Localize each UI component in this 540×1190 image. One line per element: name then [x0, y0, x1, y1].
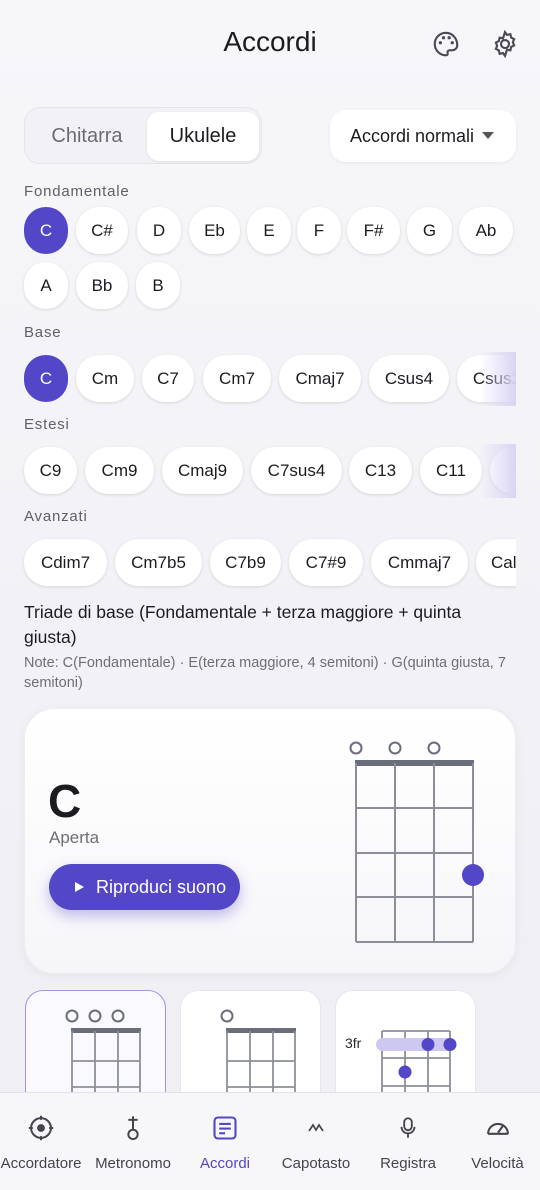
basic-chip-csus4[interactable]: Csus4 — [369, 355, 449, 402]
basic-chord-row: C Cm C7 Cm7 Cmaj7 Csus4 Csus2 — [0, 352, 516, 406]
adv-chip-more[interactable]: Cal — [476, 539, 516, 586]
section-label-extended: Estesi — [24, 416, 70, 433]
ext-chip-c13[interactable]: C13 — [349, 447, 412, 494]
adv-chip-cm7b5[interactable]: Cm7b5 — [115, 539, 202, 586]
advanced-chord-row: Cdim7 Cm7b5 C7b9 C7#9 Cmmaj7 Cal — [0, 536, 516, 590]
root-chip-b[interactable]: B — [136, 262, 180, 309]
metronome-icon — [118, 1113, 148, 1143]
root-chip-c[interactable]: C — [24, 207, 68, 254]
chord-description: Triade di base (Fondamentale + terza mag… — [24, 602, 462, 647]
extended-chord-row: C9 Cm9 Cmaj9 C7sus4 C13 C11 C — [0, 444, 516, 498]
root-chip-ab[interactable]: Ab — [459, 207, 513, 254]
nav-item-velocita[interactable]: Velocità — [455, 1093, 540, 1190]
ext-chip-more[interactable]: C — [490, 447, 516, 494]
root-chip-g[interactable]: G — [407, 207, 452, 254]
caret-down-icon — [482, 132, 494, 139]
section-label-basic: Base — [24, 324, 62, 341]
adv-chip-cmmaj7[interactable]: Cmmaj7 — [371, 539, 468, 586]
finger-dot — [443, 1038, 457, 1051]
play-icon — [75, 882, 84, 892]
nav-item-accordatore[interactable]: Accordatore — [0, 1093, 82, 1190]
root-chip-csharp[interactable]: C# — [76, 207, 128, 254]
root-chip-d[interactable]: D — [137, 207, 181, 254]
nav-item-metronomo[interactable]: Metronomo — [88, 1093, 178, 1190]
nut — [355, 760, 474, 766]
adv-chip-c7b9[interactable]: C7b9 — [210, 539, 281, 586]
basic-chip-csus2[interactable]: Csus2 — [457, 355, 516, 402]
chord-mode-dropdown[interactable]: Accordi normali — [330, 110, 516, 162]
open-string-marker — [388, 741, 402, 755]
bottom-navigation: Accordatore Metronomo Accordi Capotasto … — [0, 1092, 540, 1190]
gear-icon[interactable] — [489, 28, 521, 60]
nav-label: Velocità — [471, 1155, 524, 1172]
ext-chip-c11[interactable]: C11 — [420, 447, 482, 494]
fret-position-label: 3fr — [345, 1035, 362, 1051]
finger-dot — [398, 1065, 412, 1079]
root-chip-eb[interactable]: Eb — [189, 207, 240, 254]
microphone-icon — [393, 1113, 423, 1143]
palette-icon[interactable] — [430, 28, 462, 60]
nav-item-accordi[interactable]: Accordi — [180, 1093, 270, 1190]
instrument-toggle: Chitarra Ukulele — [24, 107, 262, 164]
basic-chip-c[interactable]: C — [24, 355, 68, 402]
tuner-icon — [26, 1113, 56, 1143]
ext-chip-cm9[interactable]: Cm9 — [85, 447, 154, 494]
nav-item-capotasto[interactable]: Capotasto — [271, 1093, 361, 1190]
adv-chip-cdim7[interactable]: Cdim7 — [24, 539, 107, 586]
root-chip-bb[interactable]: Bb — [76, 262, 128, 309]
open-string-marker — [427, 741, 441, 755]
root-chip-fsharp[interactable]: F# — [347, 207, 400, 254]
play-sound-button[interactable]: Riproduci suono — [49, 864, 240, 910]
chord-name: C — [48, 775, 82, 827]
chord-voicing: Aperta — [49, 828, 100, 847]
nav-item-registra[interactable]: Registra — [363, 1093, 453, 1190]
chord-diagram — [349, 741, 484, 943]
section-label-root: Fondamentale — [24, 183, 130, 200]
nav-label: Registra — [380, 1155, 436, 1172]
capo-icon — [301, 1113, 331, 1143]
adv-chip-c7sharp9[interactable]: C7#9 — [289, 539, 363, 586]
tab-chitarra[interactable]: Chitarra — [29, 112, 145, 161]
root-chip-e[interactable]: E — [247, 207, 291, 254]
chord-mode-value: Accordi normali — [350, 125, 475, 146]
play-sound-label: Riproduci suono — [96, 876, 227, 897]
open-string-marker — [349, 741, 363, 755]
tab-ukulele[interactable]: Ukulele — [147, 112, 259, 161]
top-bar: Accordi — [0, 0, 540, 90]
ext-chip-cmaj9[interactable]: Cmaj9 — [162, 447, 243, 494]
nav-label: Accordatore — [0, 1155, 82, 1172]
nav-label: Capotasto — [281, 1155, 351, 1172]
chord-notes: Note: C(Fondamentale) · E(terza maggiore… — [24, 655, 506, 691]
finger-dot — [421, 1038, 435, 1051]
nav-label: Metronomo — [95, 1155, 171, 1172]
section-label-advanced: Avanzati — [24, 508, 88, 525]
basic-chip-cm[interactable]: Cm — [76, 355, 134, 402]
ext-chip-c9[interactable]: C9 — [24, 447, 77, 494]
ext-chip-c7sus4[interactable]: C7sus4 — [251, 447, 342, 494]
basic-chip-cm7[interactable]: Cm7 — [203, 355, 271, 402]
chords-icon — [210, 1113, 240, 1143]
basic-chip-cmaj7[interactable]: Cmaj7 — [279, 355, 361, 402]
finger-dot — [462, 864, 484, 886]
nav-label: Accordi — [199, 1155, 251, 1172]
root-chip-f[interactable]: F — [297, 207, 341, 254]
basic-chip-c7[interactable]: C7 — [142, 355, 194, 402]
root-chip-a[interactable]: A — [24, 262, 68, 309]
speed-icon — [483, 1113, 513, 1143]
